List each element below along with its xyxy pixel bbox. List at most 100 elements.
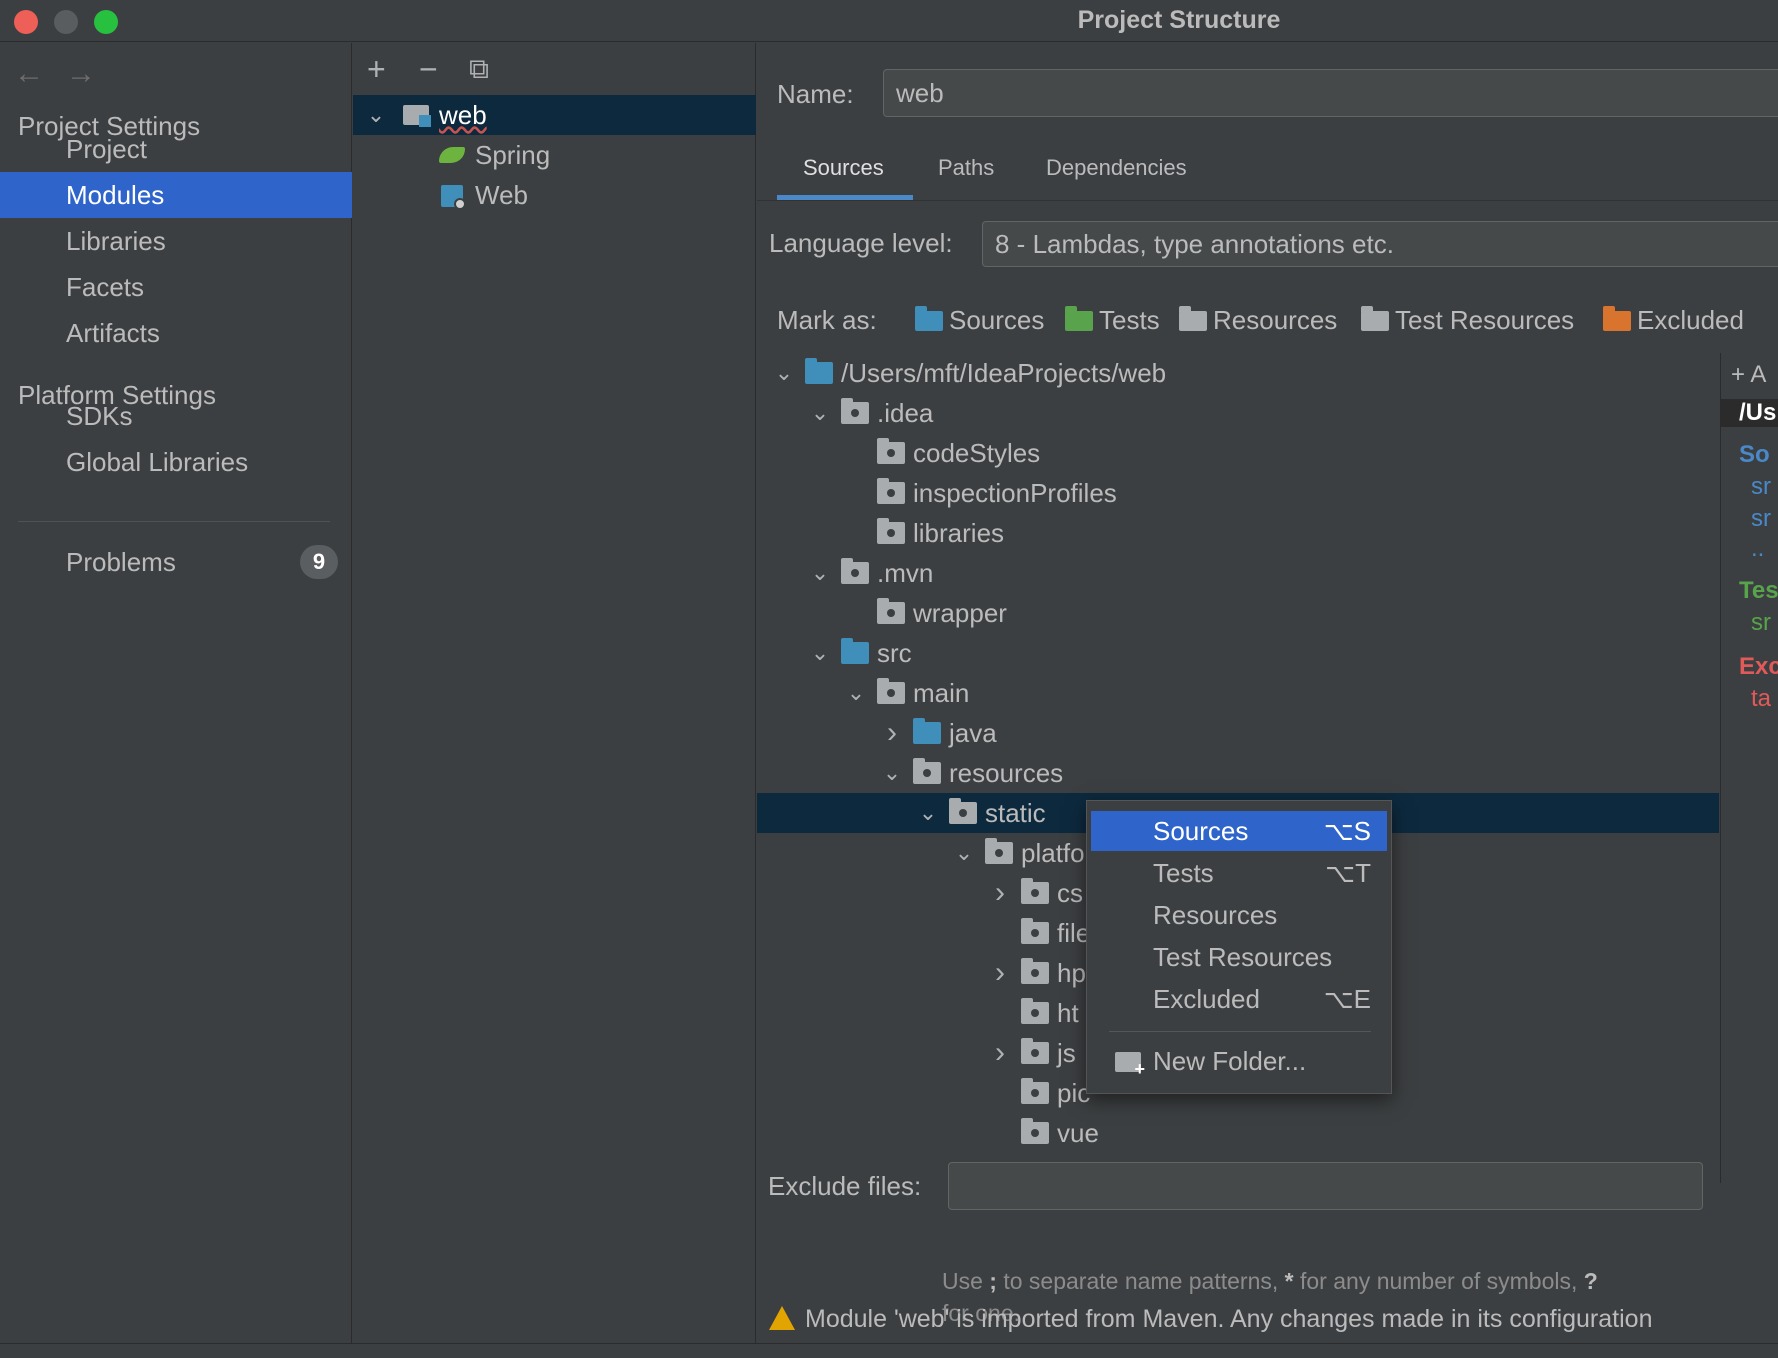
facet-row-spring[interactable]: Spring [353, 135, 756, 175]
summary-text: sr [1751, 609, 1771, 636]
tree-node-label: platfo [1021, 838, 1085, 868]
tree-row[interactable]: wrapper [757, 593, 1719, 633]
sources-folder-icon [915, 306, 943, 331]
menu-item-resources[interactable]: Resources [1091, 895, 1387, 935]
tree-node-label: java [949, 718, 997, 748]
sidebar-item-facets[interactable]: Facets [0, 264, 352, 310]
summary-text: .. [1751, 535, 1765, 562]
mark-as-label: Mark as: [777, 305, 877, 335]
tab-bar-line [757, 200, 1778, 201]
folder-icon [841, 398, 869, 424]
tree-row[interactable]: ⌄ /Users/mft/IdeaProjects/web [757, 353, 1719, 393]
summary-text: So [1739, 441, 1770, 468]
summary-text[interactable]: + A [1731, 361, 1766, 389]
tree-row[interactable]: libraries [757, 513, 1719, 553]
add-icon[interactable]: + [367, 51, 386, 88]
mark-as-excluded-button[interactable]: Excluded [1603, 305, 1744, 336]
exclude-files-input[interactable] [948, 1162, 1703, 1210]
remove-icon[interactable]: − [419, 51, 438, 88]
module-row-web[interactable]: ⌄ web [353, 95, 756, 135]
tree-node-label: ht [1057, 998, 1079, 1028]
name-label: Name: [777, 79, 854, 109]
chevron-right-icon[interactable]: › [985, 953, 1015, 993]
forward-arrow-icon[interactable]: → [66, 57, 96, 91]
language-level-label: Language level: [769, 228, 953, 258]
folder-icon [877, 678, 905, 704]
sidebar-item-project[interactable]: Project [0, 126, 352, 172]
mark-as-resources-button[interactable]: Resources [1179, 305, 1337, 336]
tree-row[interactable]: ⌄ main [757, 673, 1719, 713]
maven-warning: Module 'web' is imported from Maven. Any… [769, 1305, 1652, 1334]
sidebar-item-modules[interactable]: Modules [0, 172, 352, 218]
chevron-down-icon[interactable]: ⌄ [361, 95, 391, 135]
tree-row[interactable]: ⌄ .mvn [757, 553, 1719, 593]
facet-row-web[interactable]: Web [353, 175, 756, 215]
chevron-down-icon[interactable]: ⌄ [805, 393, 835, 433]
module-name-field[interactable]: web [883, 69, 1778, 117]
folder-icon [1021, 1078, 1049, 1104]
chevron-down-icon[interactable]: ⌄ [805, 633, 835, 673]
chevron-down-icon[interactable]: ⌄ [949, 833, 979, 873]
tree-row[interactable]: › java [757, 713, 1719, 753]
back-arrow-icon[interactable]: ← [14, 57, 44, 91]
tab-dependencies[interactable]: Dependencies [1046, 155, 1187, 181]
folder-icon [949, 798, 977, 824]
source-folder-icon [913, 718, 941, 744]
chevron-down-icon[interactable]: ⌄ [841, 673, 871, 713]
facet-name: Web [475, 180, 528, 210]
chevron-right-icon[interactable]: › [985, 873, 1015, 913]
source-folder-icon [841, 638, 869, 664]
folder-icon [841, 558, 869, 584]
sidebar-item-libraries[interactable]: Libraries [0, 218, 352, 264]
chevron-down-icon[interactable]: ⌄ [913, 793, 943, 833]
folder-icon [985, 838, 1013, 864]
chevron-down-icon[interactable]: ⌄ [805, 553, 835, 593]
excluded-folder-icon [1603, 306, 1631, 331]
chevron-down-icon[interactable]: ⌄ [877, 753, 907, 793]
module-folder-icon [403, 105, 431, 127]
summary-text: Tes [1739, 577, 1778, 604]
tree-row[interactable]: ⌄ .idea [757, 393, 1719, 433]
language-level-select[interactable]: 8 - Lambdas, type annotations etc. [982, 221, 1778, 267]
web-facet-icon [441, 185, 466, 210]
menu-item-test-resources[interactable]: Test Resources [1091, 937, 1387, 977]
mark-as-test-resources-button[interactable]: Test Resources [1361, 305, 1574, 336]
module-settings-panel: Name: web Sources Paths Dependencies Lan… [757, 43, 1778, 1343]
tree-row[interactable]: codeStyles [757, 433, 1719, 473]
tree-node-label: .mvn [877, 558, 934, 588]
problems-count-badge: 9 [300, 545, 338, 579]
chevron-right-icon[interactable]: › [877, 713, 907, 753]
sidebar-item-problems[interactable]: Problems 9 [0, 539, 352, 585]
menu-item-sources[interactable]: Sources ⌥S [1091, 811, 1387, 851]
chevron-down-icon[interactable]: ⌄ [769, 353, 799, 393]
mark-as-sources-button[interactable]: Sources [915, 305, 1044, 336]
tab-sources[interactable]: Sources [803, 155, 884, 181]
tree-row[interactable]: vue [757, 1113, 1719, 1153]
folder-icon [877, 478, 905, 504]
menu-item-tests[interactable]: Tests ⌥T [1091, 853, 1387, 893]
tab-paths[interactable]: Paths [938, 155, 994, 181]
chevron-right-icon[interactable]: › [985, 1033, 1015, 1073]
title-bar: Project Structure [0, 0, 1778, 42]
sidebar-item-global-libraries[interactable]: Global Libraries [0, 439, 352, 485]
tree-row[interactable]: inspectionProfiles [757, 473, 1719, 513]
copy-icon[interactable]: ⧉ [469, 53, 489, 86]
tree-row[interactable]: ⌄ resources [757, 753, 1719, 793]
sidebar-item-artifacts[interactable]: Artifacts [0, 310, 352, 356]
folder-icon [877, 518, 905, 544]
folder-icon [877, 438, 905, 464]
active-tab-indicator [777, 195, 913, 200]
content-root-summary: + A/Us So sr sr.. Tes sr Exc ta [1720, 353, 1778, 1183]
tree-row[interactable]: ⌄ src [757, 633, 1719, 673]
spring-leaf-icon [439, 147, 465, 163]
folder-icon [1021, 998, 1049, 1024]
menu-item-excluded[interactable]: Excluded ⌥E [1091, 979, 1387, 1019]
summary-text: Exc [1739, 653, 1778, 680]
menu-separator [1109, 1031, 1371, 1032]
sidebar-item-sdks[interactable]: SDKs [0, 393, 352, 439]
settings-sidebar: ← → Project Settings Project Modules Lib… [0, 43, 352, 1343]
folder-icon [1021, 958, 1049, 984]
menu-item-new-folder[interactable]: + New Folder... [1091, 1041, 1387, 1081]
tree-node-label: libraries [913, 518, 1005, 548]
mark-as-tests-button[interactable]: Tests [1065, 305, 1160, 336]
